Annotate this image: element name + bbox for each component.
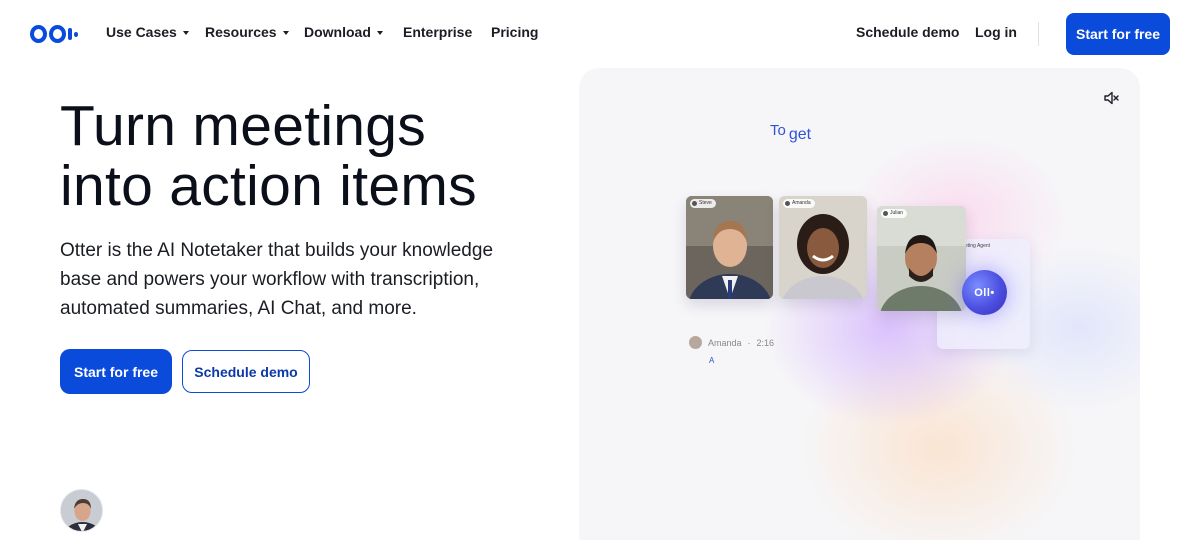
hero-headline-line1: Turn meetings <box>60 94 427 158</box>
participant-name-tag: Amanda <box>783 199 815 208</box>
hero-schedule-demo-button[interactable]: Schedule demo <box>182 350 310 393</box>
otter-assistant-orb: Oll• <box>962 270 1007 315</box>
participant-name-tag: Julian <box>881 209 908 218</box>
top-nav: Use Cases Resources Download Enterprise … <box>0 0 1200 68</box>
participant-tile: Amanda <box>779 196 867 299</box>
nav-use-cases[interactable]: Use Cases <box>106 24 189 40</box>
speaker-avatar <box>689 336 702 349</box>
caret-down-icon <box>282 30 289 35</box>
background-gradient <box>579 68 1140 540</box>
hero-headline-line2: into action items <box>60 154 477 218</box>
nav-start-for-free-button[interactable]: Start for free <box>1066 13 1170 55</box>
hero-start-for-free-button[interactable]: Start for free <box>60 349 172 394</box>
otter-logo[interactable] <box>30 24 79 44</box>
nav-resources[interactable]: Resources <box>205 24 289 40</box>
transcript-entry: Amanda · 2:16 <box>689 336 774 349</box>
participant-tile: Steve <box>686 196 773 299</box>
nav-pricing[interactable]: Pricing <box>491 24 538 40</box>
transcript-text: A <box>709 356 715 365</box>
nav-schedule-demo-link[interactable]: Schedule demo <box>856 24 959 40</box>
nav-download[interactable]: Download <box>304 24 383 40</box>
nav-enterprise[interactable]: Enterprise <box>403 24 472 40</box>
hero-subtext: Otter is the AI Notetaker that builds yo… <box>60 240 494 319</box>
nav-divider <box>1038 22 1039 46</box>
participant-tile: Julian <box>877 206 966 311</box>
live-caption: To get <box>770 122 812 143</box>
demo-video-panel[interactable]: To get Steve Amanda eting Agent Julian O… <box>579 68 1140 540</box>
hero-headline: Turn meetings into action items <box>60 96 540 216</box>
caret-down-icon <box>376 30 383 35</box>
nav-log-in-link[interactable]: Log in <box>975 24 1017 40</box>
caret-down-icon <box>182 30 189 35</box>
participant-name-tag: Steve <box>690 199 716 208</box>
speaker-muted-icon[interactable] <box>1103 90 1119 106</box>
testimonial-avatar <box>60 489 103 532</box>
